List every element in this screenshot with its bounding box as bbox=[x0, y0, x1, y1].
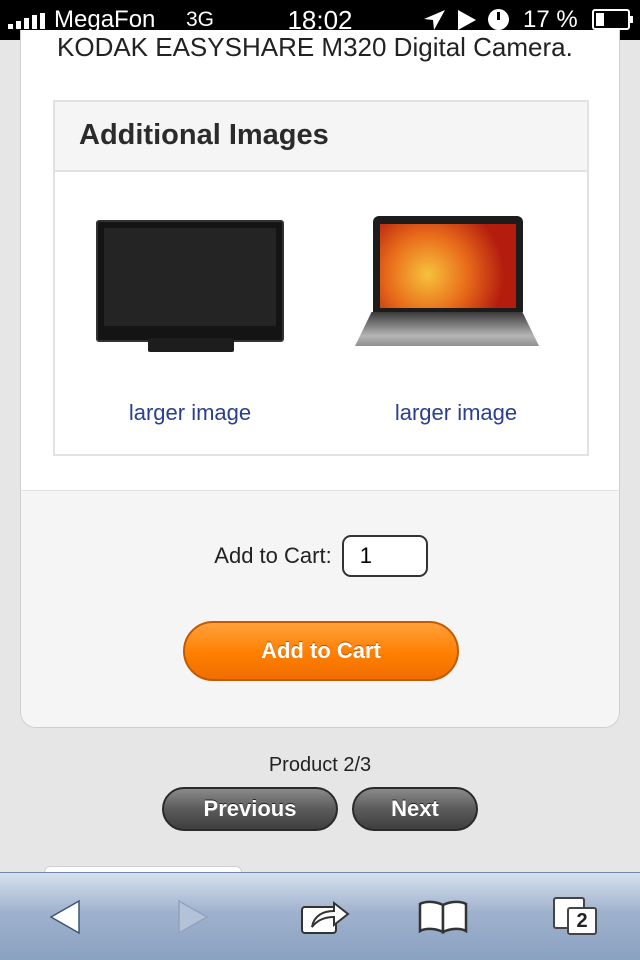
alarm-icon bbox=[488, 9, 509, 30]
location-icon bbox=[424, 10, 445, 30]
larger-image-link[interactable]: larger image bbox=[341, 400, 571, 426]
quantity-label: Add to Cart: bbox=[214, 543, 332, 568]
product-title: KODAK EASYSHARE M320 Digital Camera. bbox=[57, 32, 573, 62]
share-button[interactable] bbox=[270, 873, 380, 960]
add-to-cart-button[interactable]: Add to Cart bbox=[183, 621, 459, 681]
share-icon bbox=[301, 900, 350, 934]
laptop-image[interactable] bbox=[341, 216, 571, 370]
cart-section: Add to Cart: Add to Cart bbox=[21, 490, 619, 727]
product-counter: Product 2/3 bbox=[268, 754, 372, 776]
battery-icon bbox=[592, 9, 633, 30]
previous-button[interactable]: Previous bbox=[162, 787, 338, 831]
larger-image-link[interactable]: larger image bbox=[75, 400, 305, 426]
laptop-lid bbox=[373, 216, 523, 312]
back-button[interactable] bbox=[10, 873, 120, 960]
product-card: KODAK EASYSHARE M320 Digital Camera. Add… bbox=[20, 30, 620, 728]
quantity-row: Add to Cart: bbox=[21, 535, 619, 577]
forward-icon bbox=[178, 899, 209, 935]
bookmarks-button[interactable] bbox=[388, 873, 498, 960]
quantity-input[interactable] bbox=[341, 535, 428, 577]
image-item-laptop: larger image bbox=[341, 216, 571, 426]
forward-button[interactable] bbox=[138, 873, 248, 960]
tv-image[interactable] bbox=[75, 220, 305, 370]
tabs-button[interactable]: 2 bbox=[518, 873, 628, 960]
bookmarks-icon bbox=[418, 900, 468, 935]
laptop-base bbox=[355, 312, 539, 346]
tv-stand bbox=[148, 338, 234, 352]
next-button[interactable]: Next bbox=[352, 787, 478, 831]
tv-body bbox=[96, 220, 284, 342]
tabs-count: 2 bbox=[567, 907, 597, 935]
play-icon bbox=[458, 10, 476, 30]
image-item-tv: larger image bbox=[75, 220, 305, 426]
back-icon bbox=[49, 899, 80, 935]
browser-toolbar: 2 bbox=[0, 872, 640, 960]
tabs-icon: 2 bbox=[549, 895, 597, 939]
additional-images-heading: Additional Images bbox=[55, 102, 587, 172]
additional-images-panel: Additional Images larger image larger im… bbox=[53, 100, 589, 456]
